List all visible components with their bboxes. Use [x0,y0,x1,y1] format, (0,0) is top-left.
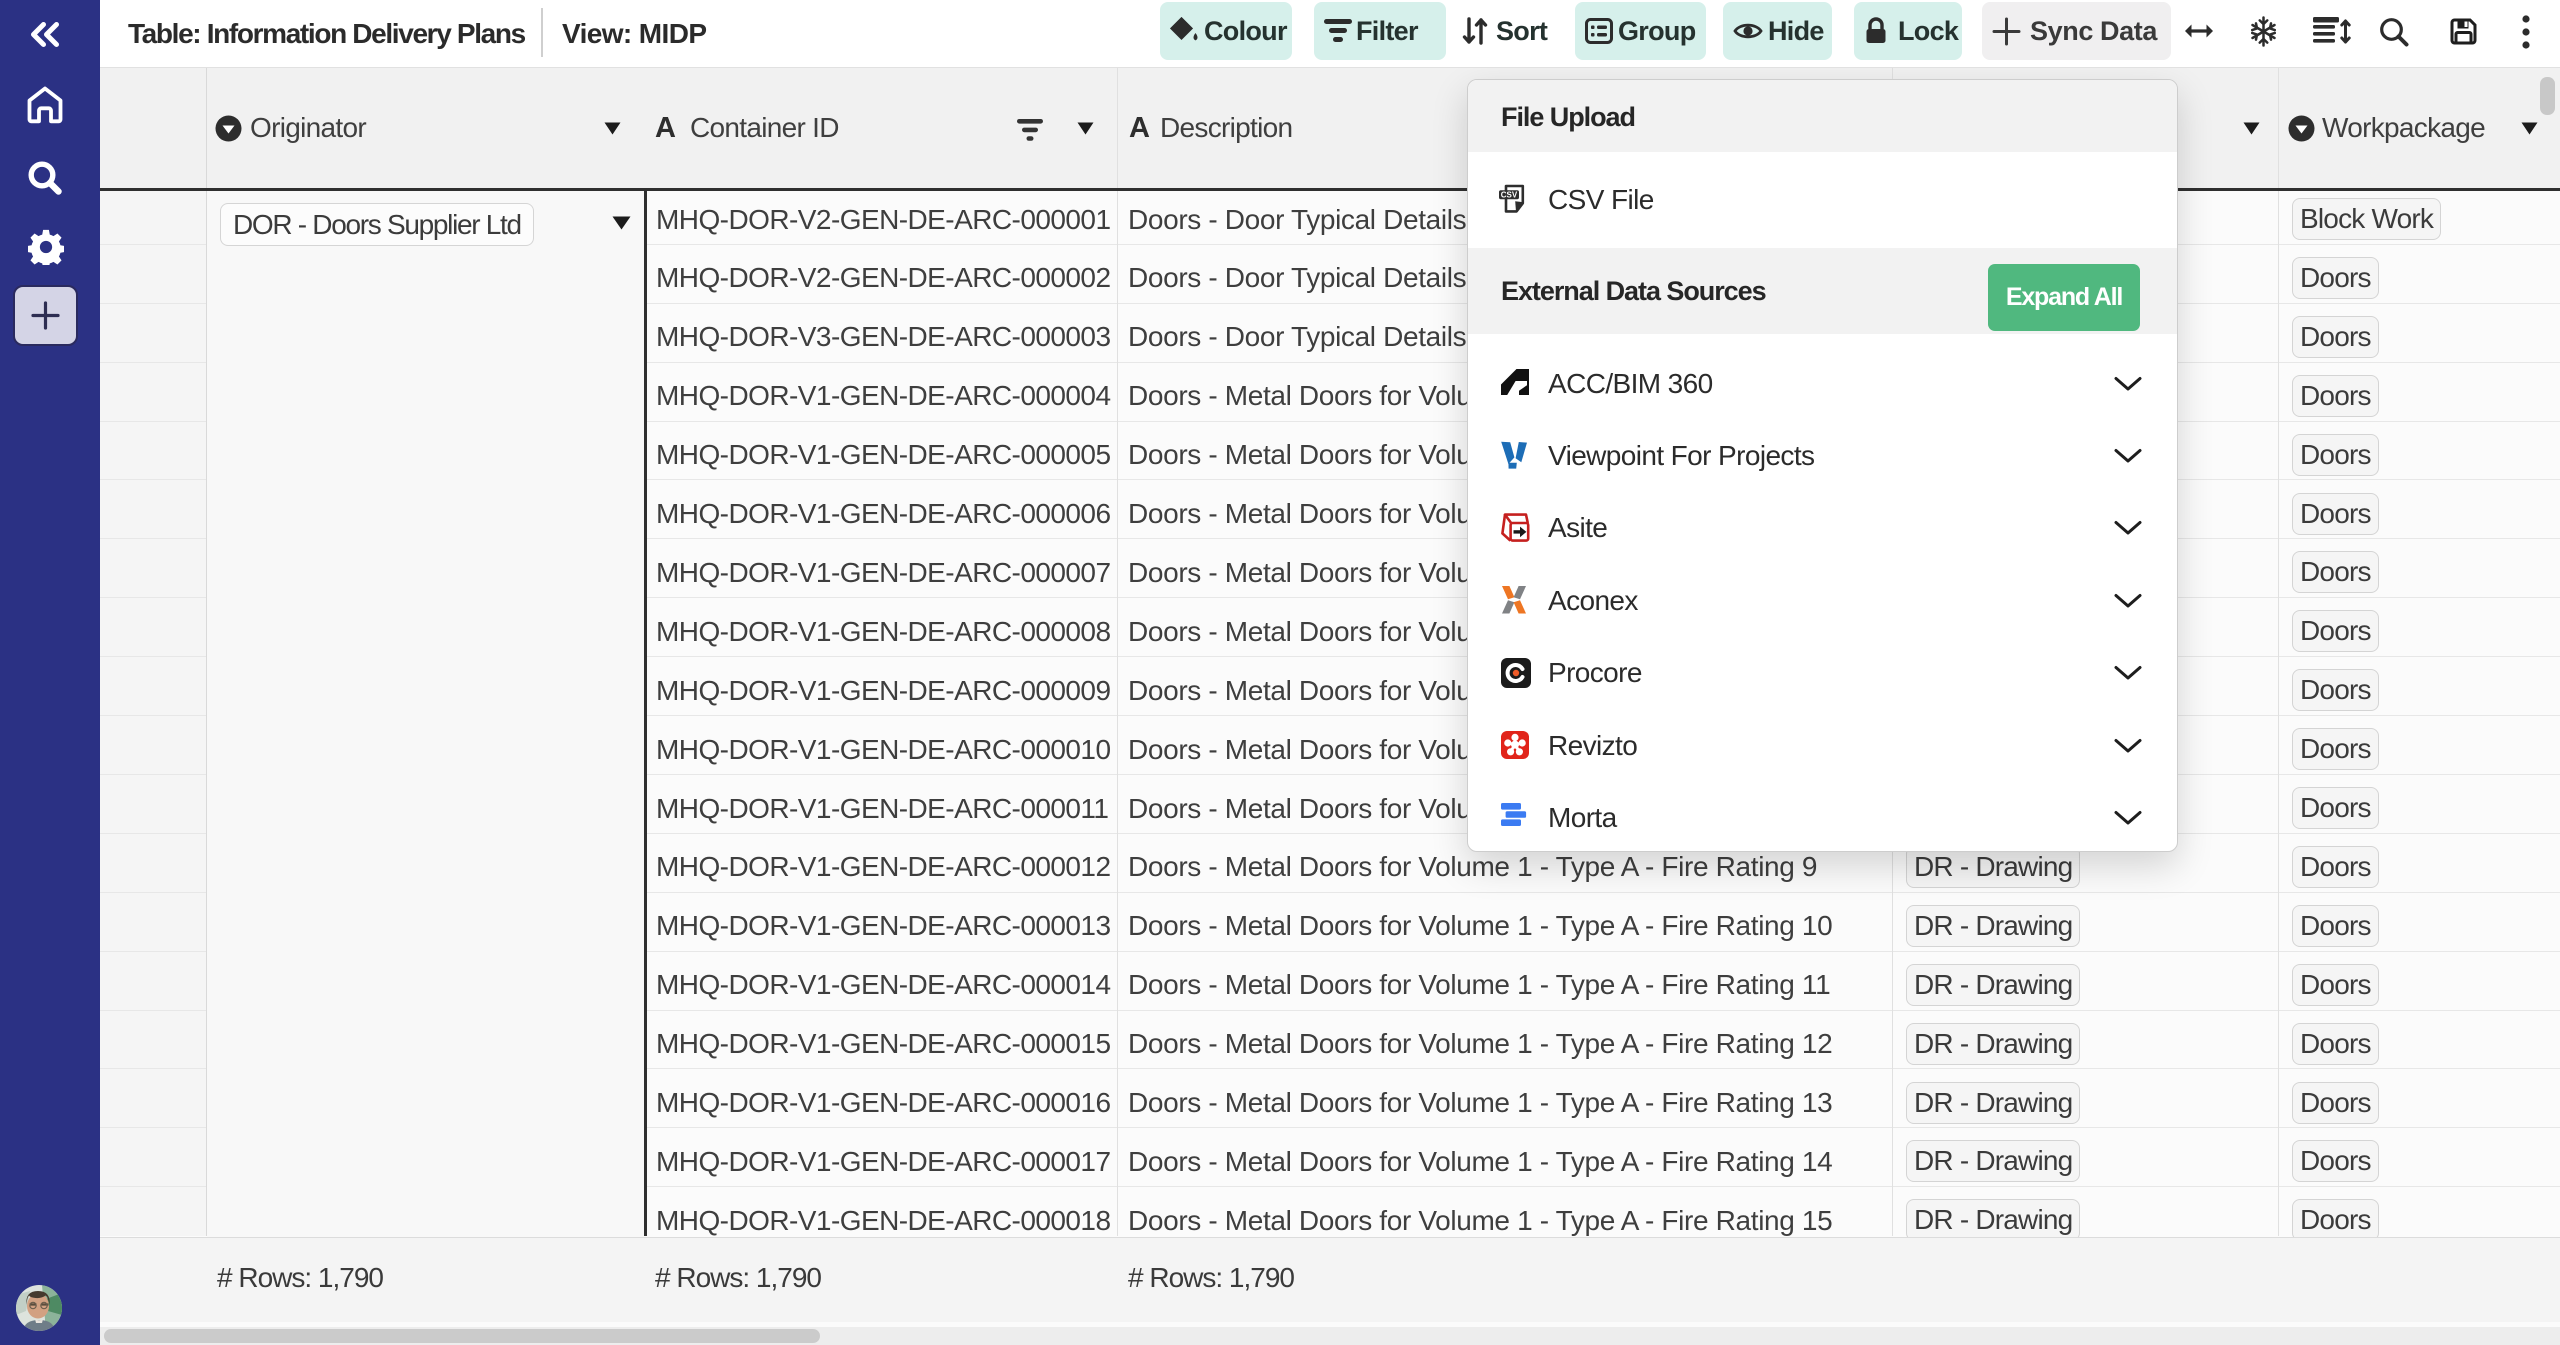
svg-text:CSV: CSV [1501,190,1518,199]
